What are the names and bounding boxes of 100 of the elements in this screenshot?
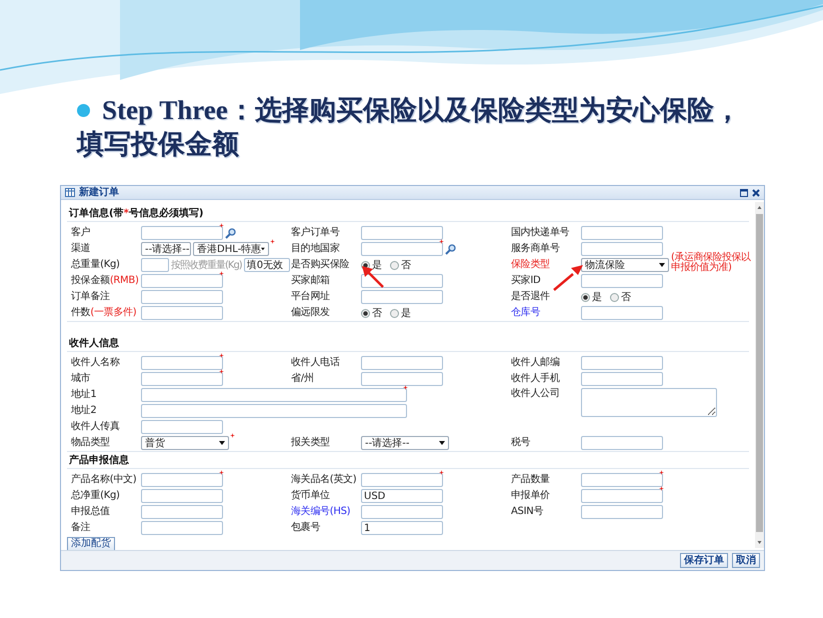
text-field[interactable] [361, 242, 443, 256]
field-label: 收件人手机 [511, 372, 560, 386]
field-label: 件数(一票多件) [71, 306, 136, 320]
text-field[interactable]: USD [361, 489, 443, 503]
text-field[interactable] [581, 473, 663, 487]
field-label: 地址2 [71, 404, 96, 418]
bullet-icon [77, 104, 90, 116]
text-field[interactable] [581, 489, 663, 503]
text-field[interactable] [581, 274, 663, 288]
section-title: 收件人信息 [67, 336, 749, 352]
field-label: 服务商单号 [511, 242, 560, 256]
dropdown[interactable]: 香港DHL-特惠 [193, 242, 269, 256]
grid-icon [65, 188, 75, 197]
text-field[interactable] [141, 489, 223, 503]
maximize-icon[interactable] [740, 188, 748, 196]
field-label: 总重量(Kg) [71, 258, 120, 272]
text-field[interactable] [141, 226, 223, 240]
text-field[interactable] [141, 356, 223, 370]
radio-option[interactable]: 否 [610, 290, 631, 304]
text-field[interactable] [141, 505, 223, 519]
field-label: 地址1 [71, 388, 96, 402]
text-field[interactable] [581, 356, 663, 370]
field-label: 海关编号(HS) [291, 505, 350, 519]
text-field[interactable] [581, 436, 663, 450]
field-label: 收件人邮编 [511, 356, 560, 370]
text-field[interactable] [361, 505, 443, 519]
radio-option[interactable]: 否 [361, 306, 382, 320]
dropdown[interactable]: --请选择-- [361, 436, 449, 450]
footer-button[interactable]: 保存订单 [680, 553, 728, 568]
text-field[interactable]: 填0无效 [244, 258, 290, 272]
field-label: 仓库号 [511, 306, 540, 320]
field-label: 偏远限发 [291, 306, 330, 320]
text-field[interactable] [361, 290, 443, 304]
text-field[interactable] [361, 274, 443, 288]
scrollbar[interactable] [755, 202, 764, 548]
field-label: 收件人名称 [71, 356, 120, 370]
field-label: 总净重(Kg) [71, 489, 120, 503]
radio-option[interactable]: 否 [390, 258, 411, 272]
field-label: 物品类型 [71, 436, 110, 450]
text-field[interactable] [141, 258, 169, 272]
add-allocation-button[interactable]: 添加配货 [67, 537, 115, 551]
field-label: 是否购买保险 [291, 258, 350, 272]
field-label: 目的地国家 [291, 242, 340, 256]
section-title: 产品申报信息 [67, 453, 749, 469]
close-icon[interactable] [752, 188, 760, 196]
slide-heading: 填写投保金额 [77, 128, 239, 160]
text-field[interactable] [141, 473, 223, 487]
hint-text: 按照收费重量(Kg) [171, 258, 242, 272]
field-label: 平台网址 [291, 290, 330, 304]
text-field[interactable] [141, 521, 223, 535]
field-label: 买家邮箱 [291, 274, 330, 288]
field-label: 税号 [511, 436, 530, 450]
text-field[interactable] [141, 388, 407, 402]
radio-option[interactable]: 是 [390, 306, 411, 320]
field-label: 报关类型 [291, 436, 330, 450]
field-label: 货币单位 [291, 489, 330, 503]
caret-icon [659, 263, 665, 267]
field-label: 收件人电话 [291, 356, 340, 370]
field-label: 买家ID [511, 274, 540, 288]
field-label: 海关品名(英文) [291, 473, 356, 487]
text-field[interactable] [581, 226, 663, 240]
search-icon[interactable] [445, 244, 456, 254]
dropdown[interactable]: 物流保险 [581, 258, 669, 272]
text-field[interactable] [361, 473, 443, 487]
text-field[interactable] [141, 420, 223, 434]
text-field[interactable] [581, 505, 663, 519]
text-field[interactable] [141, 290, 223, 304]
text-field[interactable] [361, 372, 443, 386]
field-label: 国内快递单号 [511, 226, 570, 240]
window-title: 新建订单 [79, 186, 120, 198]
text-field[interactable]: 1 [361, 521, 443, 535]
field-label: ASIN号 [511, 505, 544, 519]
caret-icon [439, 441, 445, 445]
field-label: 渠道 [71, 242, 90, 256]
caret-icon [219, 441, 225, 445]
field-label: 是否退件 [511, 290, 550, 304]
field-label: 产品名称(中文) [71, 473, 136, 487]
radio-option[interactable]: 是 [581, 290, 602, 304]
field-label: 包裹号 [291, 521, 320, 535]
text-field[interactable] [581, 306, 663, 320]
text-area[interactable] [581, 388, 717, 417]
field-label: 收件人公司 [511, 387, 560, 401]
text-field[interactable] [141, 372, 223, 386]
text-field[interactable] [361, 356, 443, 370]
field-label: 客户 [71, 226, 90, 240]
text-field[interactable] [141, 274, 223, 288]
field-label: 保险类型 [511, 258, 550, 272]
text-field[interactable] [361, 226, 443, 240]
text-field[interactable] [141, 306, 223, 320]
text-field[interactable] [141, 404, 407, 418]
field-label: 申报单价 [511, 489, 550, 503]
footer-button[interactable]: 取消 [732, 553, 760, 568]
field-label: 产品数量 [511, 473, 550, 487]
dropdown[interactable]: 普货 [141, 436, 229, 450]
note-text: (承运商保险投保以申报价值为准) [671, 253, 752, 273]
dropdown[interactable]: --请选择-- [141, 242, 191, 256]
text-field[interactable] [581, 242, 663, 256]
text-field[interactable] [581, 372, 663, 386]
caret-icon [261, 247, 265, 251]
search-icon[interactable] [225, 228, 236, 238]
